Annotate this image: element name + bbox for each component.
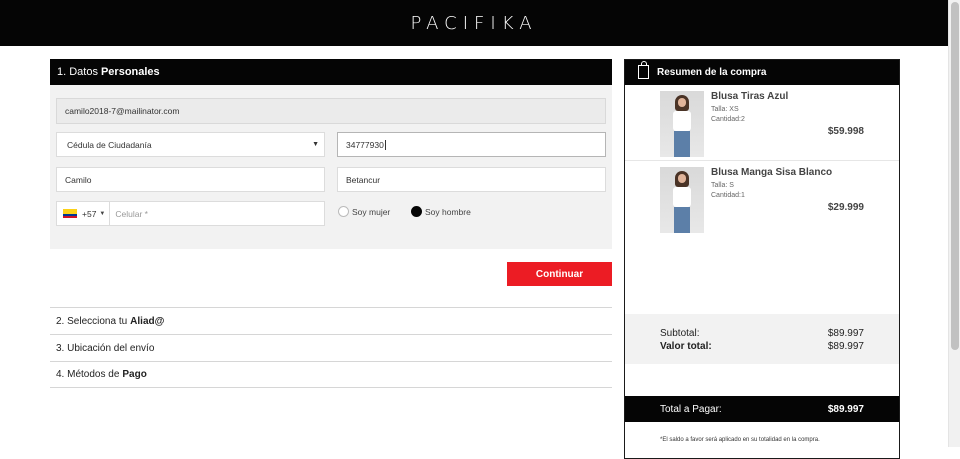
step-payment-methods[interactable]: 4. Métodos de Pago bbox=[50, 361, 612, 388]
cart-item: Blusa Manga Sisa Blanco Talla: S Cantida… bbox=[625, 162, 899, 237]
scrollbar-thumb[interactable] bbox=[951, 2, 959, 350]
subtotal-row: Subtotal: $89.997 bbox=[660, 328, 864, 339]
total-value-label: Valor total: bbox=[660, 341, 712, 352]
pay-label: Total a Pagar: bbox=[660, 403, 722, 415]
total-value: $89.997 bbox=[827, 341, 864, 352]
order-summary: Resumen de la compra Blusa Tiras Azul Ta… bbox=[624, 59, 900, 459]
step-bold: Pago bbox=[122, 369, 147, 380]
step-bold-label: Personales bbox=[100, 66, 160, 78]
product-image[interactable] bbox=[660, 91, 704, 157]
product-size: Talla: XS bbox=[711, 106, 739, 113]
step-select-ally[interactable]: 2. Selecciona tu Aliad@ bbox=[50, 307, 612, 334]
step-label: 2. Selecciona tu bbox=[56, 315, 128, 327]
summary-header: Resumen de la compra bbox=[625, 60, 899, 85]
product-quantity: Cantidad:2 bbox=[711, 116, 745, 123]
product-size: Talla: S bbox=[711, 182, 734, 189]
dial-code[interactable]: +57 bbox=[82, 209, 96, 219]
chevron-down-icon[interactable]: ▼ bbox=[99, 211, 105, 217]
total-value-row: Valor total: $89.997 bbox=[660, 341, 864, 352]
step-number-label: 1. Datos bbox=[57, 66, 98, 78]
last-name-value: Betancur bbox=[346, 174, 381, 185]
product-name[interactable]: Blusa Manga Sisa Blanco bbox=[711, 167, 832, 178]
product-image[interactable] bbox=[660, 167, 704, 233]
document-type-value: Cédula de Ciudadanía bbox=[67, 139, 152, 150]
balance-note: *El saldo a favor será aplicado en su to… bbox=[660, 437, 820, 443]
step-label: 3. Ubicación del envío bbox=[56, 342, 155, 354]
step-personal-data-header: 1. Datos Personales bbox=[50, 59, 612, 85]
total-to-pay-bar: Total a Pagar: $89.997 bbox=[625, 396, 899, 422]
chevron-down-icon: ▼ bbox=[312, 141, 319, 148]
continue-button[interactable]: Continuar bbox=[507, 262, 612, 286]
pacifika-logo[interactable]: PACIFIKA bbox=[410, 13, 537, 34]
product-name[interactable]: Blusa Tiras Azul bbox=[711, 91, 788, 102]
phone-input[interactable]: Celular * bbox=[115, 209, 148, 219]
radio-checked-icon[interactable] bbox=[411, 206, 422, 217]
first-name-input[interactable]: Camilo bbox=[56, 167, 325, 192]
email-field: camilo2018-7@mailinator.com bbox=[56, 98, 606, 124]
step-shipping-location[interactable]: 3. Ubicación del envío bbox=[50, 334, 612, 361]
shopping-bag-icon bbox=[638, 61, 649, 79]
radio-unchecked-icon[interactable] bbox=[338, 206, 349, 217]
gender-female-label: Soy mujer bbox=[352, 206, 391, 217]
step-label: 4. Métodos de bbox=[56, 369, 120, 380]
document-number-value: 34777930 bbox=[346, 139, 384, 150]
subtotal-value: $89.997 bbox=[827, 328, 864, 339]
text-cursor bbox=[384, 139, 386, 150]
last-name-input[interactable]: Betancur bbox=[337, 167, 606, 192]
totals-box: Subtotal: $89.997 Valor total: $89.997 bbox=[625, 314, 899, 364]
email-value: camilo2018-7@mailinator.com bbox=[65, 106, 180, 116]
pay-value: $89.997 bbox=[827, 403, 864, 415]
product-price: $59.998 bbox=[827, 126, 864, 137]
phone-field: +57 ▼ Celular * bbox=[56, 201, 325, 226]
gender-male-label: Soy hombre bbox=[425, 206, 471, 217]
first-name-value: Camilo bbox=[65, 174, 92, 185]
step-bold: Aliad@ bbox=[130, 315, 165, 327]
colombia-flag-icon[interactable] bbox=[63, 209, 77, 218]
subtotal-label: Subtotal: bbox=[660, 328, 700, 339]
document-number-input[interactable]: 34777930 bbox=[337, 132, 606, 157]
summary-title: Resumen de la compra bbox=[657, 67, 767, 78]
gender-female-radio[interactable]: Soy mujer bbox=[338, 206, 390, 217]
document-type-select[interactable]: Cédula de Ciudadanía ▼ bbox=[56, 132, 325, 157]
gender-male-radio[interactable]: Soy hombre bbox=[411, 206, 471, 217]
page-scrollbar[interactable] bbox=[948, 0, 960, 447]
divider bbox=[109, 202, 111, 225]
cart-item: Blusa Tiras Azul Talla: XS Cantidad:2 $5… bbox=[625, 86, 899, 161]
product-price: $29.999 bbox=[827, 202, 864, 213]
site-header: PACIFIKA bbox=[0, 0, 948, 46]
product-quantity: Cantidad:1 bbox=[711, 192, 745, 199]
